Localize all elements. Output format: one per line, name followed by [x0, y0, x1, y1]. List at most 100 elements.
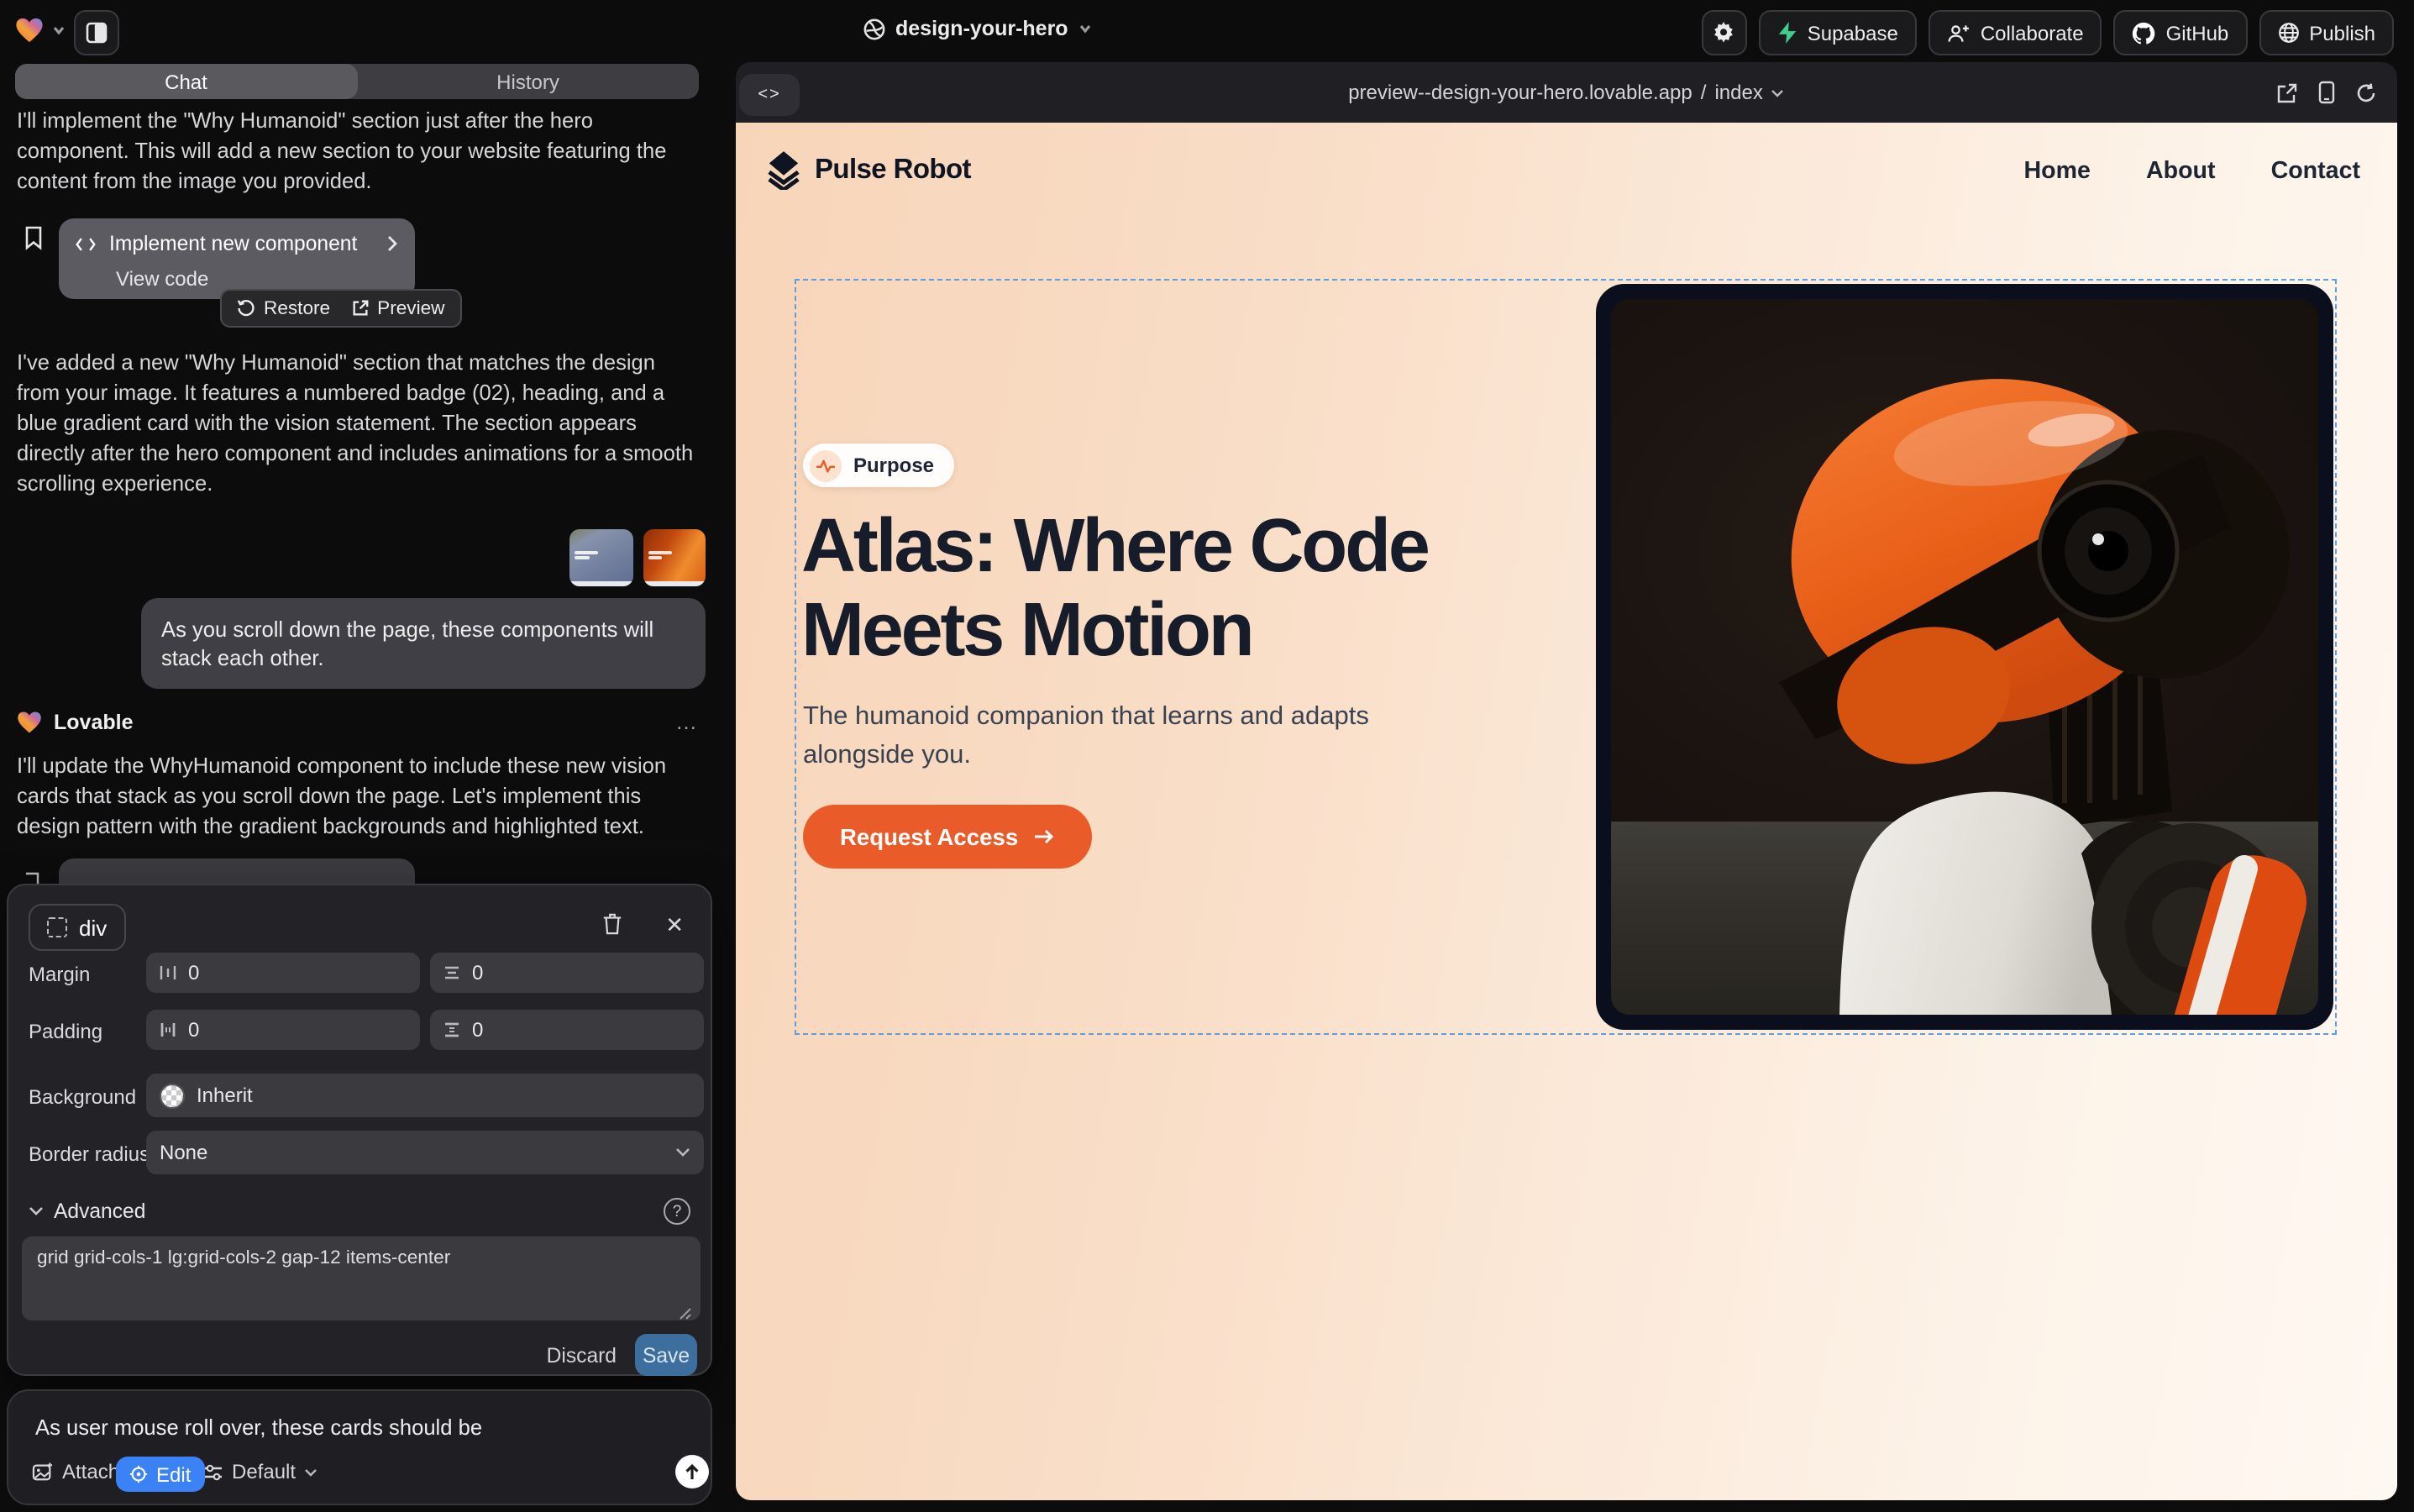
open-in-new-tab-button[interactable]	[2276, 81, 2298, 103]
hero-robot-card	[1596, 284, 2333, 1030]
advanced-section-toggle[interactable]: Advanced	[29, 1200, 145, 1223]
preview-panel: <> preview--design-your-hero.lovable.app…	[736, 62, 2397, 1500]
preview-url-bar[interactable]: preview--design-your-hero.lovable.app / …	[736, 81, 2397, 104]
component-card-partial[interactable]	[59, 858, 415, 887]
assistant-message-3: I'll update the WhyHumanoid component to…	[17, 751, 699, 842]
chevron-right-icon	[386, 235, 398, 252]
preview-viewport: Pulse Robot Home About Contact Purpose A…	[736, 123, 2397, 1500]
gear-icon	[1713, 21, 1736, 45]
code-icon	[76, 236, 96, 251]
chevron-down-icon	[304, 1467, 317, 1476]
assistant-message-2: I've added a new "Why Humanoid" section …	[17, 348, 699, 499]
attach-image-icon	[32, 1462, 54, 1482]
padding-label: Padding	[29, 1020, 102, 1043]
preview-button[interactable]: Preview	[350, 298, 444, 318]
external-link-icon	[350, 299, 369, 318]
dashed-box-icon	[47, 917, 67, 937]
delete-element-button[interactable]	[601, 912, 623, 936]
border-radius-select[interactable]: None	[146, 1131, 704, 1174]
sidebar-toggle-button[interactable]	[74, 10, 119, 55]
attachment-thumbnail-blue[interactable]	[569, 529, 633, 586]
request-access-button[interactable]: Request Access	[803, 805, 1092, 869]
sliders-icon	[203, 1462, 223, 1481]
tailwind-classes-input[interactable]: grid grid-cols-1 lg:grid-cols-2 gap-12 i…	[22, 1236, 701, 1320]
margin-x-icon	[160, 964, 176, 981]
chevron-down-icon	[675, 1147, 690, 1158]
arrow-up-icon	[684, 1462, 701, 1481]
transparency-swatch-icon	[160, 1083, 185, 1108]
border-radius-label: Border radius	[29, 1142, 150, 1166]
mobile-view-button[interactable]	[2318, 81, 2335, 104]
panel-icon	[86, 22, 108, 44]
message-menu-button[interactable]: …	[675, 709, 699, 734]
composer-input[interactable]: As user mouse roll over, these cards sho…	[35, 1415, 482, 1440]
element-tag: div	[79, 915, 107, 940]
restore-button[interactable]: Restore	[237, 298, 330, 318]
purpose-badge-label: Purpose	[853, 454, 934, 477]
assistant-message-1: I'll implement the "Why Humanoid" sectio…	[17, 106, 699, 197]
tab-chat[interactable]: Chat	[15, 64, 357, 99]
margin-x-field[interactable]: 0	[146, 953, 420, 993]
margin-label: Margin	[29, 963, 90, 986]
send-button[interactable]	[675, 1455, 709, 1488]
chevron-down-icon	[1771, 88, 1785, 97]
purpose-badge: Purpose	[803, 444, 954, 487]
github-button[interactable]: GitHub	[2114, 10, 2248, 55]
chat-composer[interactable]: As user mouse roll over, these cards sho…	[7, 1389, 712, 1505]
padding-y-field[interactable]: 0	[430, 1010, 704, 1050]
help-icon[interactable]: ?	[664, 1198, 690, 1225]
site-nav: Home About Contact	[2024, 158, 2361, 185]
site-logo[interactable]: Pulse Robot	[766, 151, 971, 190]
preview-url: preview--design-your-hero.lovable.app	[1348, 81, 1692, 104]
publish-button[interactable]: Publish	[2259, 10, 2394, 55]
edit-mode-button[interactable]: Edit	[116, 1457, 204, 1492]
assistant-name: Lovable	[54, 710, 134, 733]
assistant-header: Lovable …	[17, 709, 699, 734]
robot-image	[1611, 299, 2318, 1015]
message-hover-toolbar: Restore Preview	[220, 289, 462, 328]
tab-history[interactable]: History	[357, 64, 699, 99]
project-globe-icon	[863, 18, 885, 39]
selected-element-chip[interactable]: div	[29, 904, 125, 951]
url-separator: /	[1701, 81, 1707, 104]
background-field[interactable]: Inherit	[146, 1074, 704, 1117]
site-brand: Pulse Robot	[815, 155, 971, 186]
padding-x-field[interactable]: 0	[146, 1010, 420, 1050]
attachment-thumbnail-orange[interactable]	[643, 529, 706, 586]
preview-page: index	[1714, 81, 1762, 104]
lovable-logo-icon[interactable]	[15, 17, 44, 44]
nav-link-home[interactable]: Home	[2024, 158, 2091, 185]
save-button[interactable]: Save	[635, 1334, 697, 1376]
nav-link-about[interactable]: About	[2146, 158, 2216, 185]
nav-link-contact[interactable]: Contact	[2271, 158, 2360, 185]
thumbnail-text	[648, 551, 672, 561]
attach-button[interactable]: Attach	[32, 1460, 119, 1483]
chevron-down-icon[interactable]	[52, 24, 66, 37]
globe-icon	[2277, 22, 2299, 44]
settings-button[interactable]	[1702, 10, 1747, 55]
refresh-button[interactable]	[2355, 81, 2377, 103]
margin-y-field[interactable]: 0	[430, 953, 704, 993]
component-card-title: Implement new component	[109, 232, 373, 255]
arrow-right-icon	[1033, 828, 1055, 845]
component-card[interactable]: Implement new component View code	[59, 218, 415, 299]
collaborate-button[interactable]: Collaborate	[1929, 10, 2102, 55]
app-window: design-your-hero Supabase	[0, 0, 2414, 1512]
app-topbar: design-your-hero Supabase	[0, 0, 2414, 62]
supabase-button[interactable]: Supabase	[1759, 10, 1917, 55]
view-code-link[interactable]: View code	[116, 267, 398, 291]
mode-select[interactable]: Default	[203, 1460, 317, 1483]
github-icon	[2133, 21, 2156, 45]
bookmark-icon[interactable]	[24, 225, 44, 250]
people-icon	[1947, 23, 1971, 43]
thumbnail-text	[575, 551, 598, 561]
chat-history-tabs: Chat History	[15, 64, 699, 99]
discard-button[interactable]: Discard	[547, 1344, 617, 1368]
user-message-bubble: As you scroll down the page, these compo…	[141, 598, 706, 689]
project-switcher[interactable]: design-your-hero	[863, 17, 1092, 40]
margin-y-icon	[443, 964, 460, 981]
restore-icon	[237, 299, 255, 318]
close-inspector-button[interactable]: ✕	[665, 912, 684, 939]
target-icon	[129, 1465, 148, 1483]
supabase-icon	[1777, 22, 1797, 44]
